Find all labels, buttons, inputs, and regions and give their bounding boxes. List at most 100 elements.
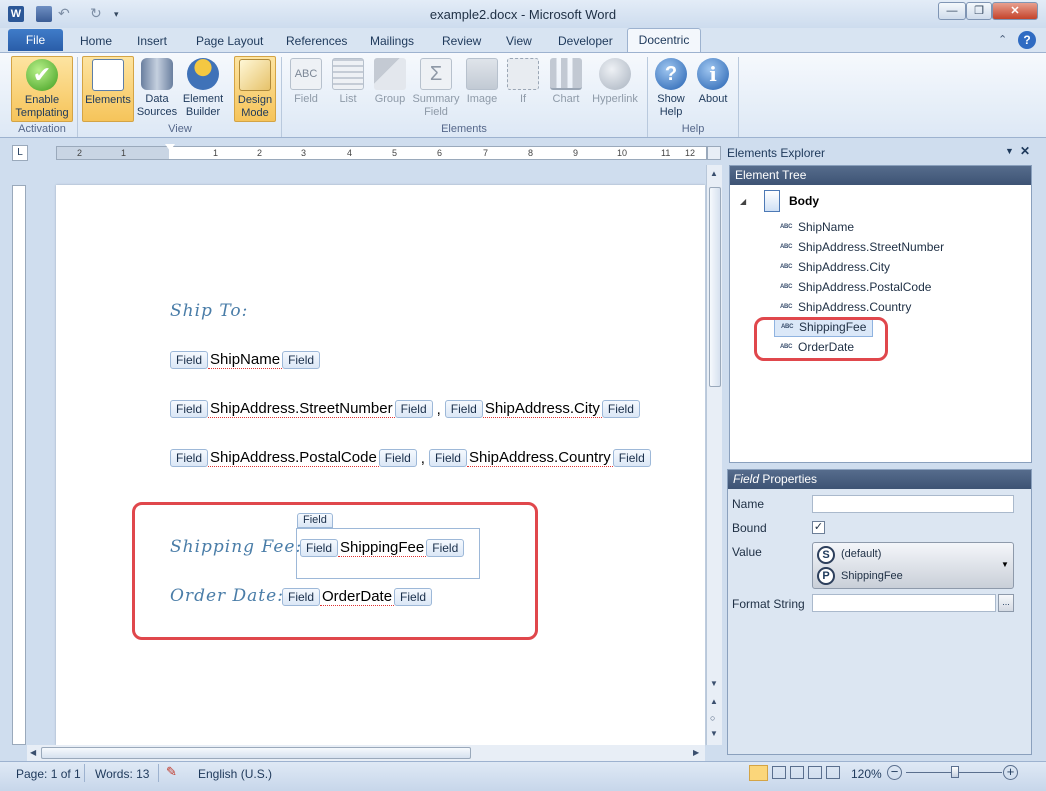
dropdown-arrow-icon[interactable]: ▼ [1001,560,1009,569]
element-builder-button[interactable]: Element Builder [180,56,226,122]
expand-collapse-icon[interactable]: ◢ [740,197,746,206]
field-tag-end[interactable]: Field [394,588,433,606]
data-sources-button[interactable]: Data Sources [134,56,180,122]
tab-file[interactable]: File [8,29,63,51]
summary-field-label: Summary Field [412,93,460,118]
word-count[interactable]: Words: 13 [95,767,149,781]
vertical-ruler[interactable] [12,185,26,745]
browse-object-icon[interactable]: ○ [710,713,715,723]
horizontal-ruler[interactable]: 2 1 1 2 3 4 5 6 7 8 9 10 11 12 [56,144,707,160]
indent-marker[interactable] [165,144,175,151]
format-string-input[interactable] [812,594,996,612]
restore-button[interactable]: ❐ [966,2,992,20]
web-layout-icon[interactable] [790,766,804,779]
tab-docentric[interactable]: Docentric [627,28,701,53]
design-mode-button[interactable]: Design Mode [234,56,276,122]
selected-field-title[interactable]: Field [297,513,333,528]
pane-menu-icon[interactable]: ▼ [1005,146,1014,156]
tree-item[interactable]: ABC ShipName [780,217,854,237]
field-tag-start[interactable]: Field [428,449,467,467]
postal-control[interactable]: Field ShipAddress.PostalCode Field , Fie… [170,447,651,469]
zoom-slider-thumb[interactable] [951,766,959,778]
pane-title: Elements Explorer [727,146,826,160]
field-tag-end[interactable]: Field [282,351,321,369]
help-icon[interactable]: ? [1018,31,1036,49]
field-tag-end[interactable]: Field [426,539,465,557]
print-layout-icon[interactable] [749,765,768,781]
elements-button[interactable]: Elements [82,56,134,122]
scroll-up-icon[interactable]: ▲ [710,169,718,178]
group-button[interactable]: Group [370,56,410,122]
tab-selector-icon[interactable]: L [12,145,28,161]
scroll-down-icon[interactable]: ▼ [710,679,718,688]
ruler-mark: 10 [617,148,628,158]
shipname-control[interactable]: Field ShipName Field [170,349,321,371]
chart-button[interactable]: Chart [546,56,586,122]
view-ruler-icon[interactable] [707,146,721,160]
enable-templating-button[interactable]: ✔ Enable Templating [11,56,73,122]
about-button[interactable]: i About [694,56,732,122]
field-tag-end[interactable]: Field [378,449,417,467]
tree-root-body[interactable]: Body [789,194,819,208]
tab-developer[interactable]: Developer [552,32,619,52]
street-control[interactable]: Field ShipAddress.StreetNumber Field , F… [170,398,640,420]
tab-home[interactable]: Home [74,32,118,52]
pane-close-icon[interactable]: ✕ [1020,144,1030,158]
field-tag-start[interactable]: Field [444,400,483,418]
zoom-out-icon[interactable]: − [887,765,902,780]
image-button[interactable]: Image [463,56,501,122]
field-button[interactable]: ABC Field [287,56,325,122]
summary-field-button[interactable]: Σ Summary Field [411,56,461,122]
field-tag-start[interactable]: Field [170,351,209,369]
tab-page-layout[interactable]: Page Layout [190,32,269,52]
chart-icon [550,58,582,90]
minimize-button[interactable]: — [938,2,966,20]
field-tag-start[interactable]: Field [282,588,321,606]
sigma-icon: Σ [420,58,452,90]
close-button[interactable]: ✕ [992,2,1038,20]
field-tag-start[interactable]: Field [170,449,209,467]
tab-view[interactable]: View [500,32,538,52]
shippingfee-control[interactable]: Field ShippingFee Field [300,537,465,559]
field-tag-end[interactable]: Field [394,400,433,418]
if-button[interactable]: If [506,56,540,122]
list-button[interactable]: List [330,56,366,122]
outline-icon[interactable] [808,766,822,779]
hscroll-thumb[interactable] [41,747,471,759]
zoom-in-icon[interactable]: + [1003,765,1018,780]
tab-insert[interactable]: Insert [131,32,173,52]
scroll-left-icon[interactable]: ◀ [30,748,36,757]
page-count[interactable]: Page: 1 of 1 [16,767,81,781]
tree-item[interactable]: ABC ShipAddress.City [780,257,890,277]
next-page-icon[interactable]: ▼ [710,729,718,738]
scroll-right-icon[interactable]: ▶ [693,748,699,757]
element-tree-panel[interactable]: Element Tree ◢ Body ABC ShipName ABC ShipA… [729,165,1032,463]
field-tag-end[interactable]: Field [612,449,651,467]
format-browse-button[interactable]: ... [998,594,1014,612]
tab-review[interactable]: Review [436,32,487,52]
field-tag-end[interactable]: Field [601,400,640,418]
proofing-icon[interactable]: ✎ [166,764,177,780]
tree-item[interactable]: ABC ShipAddress.Country [780,297,911,317]
language[interactable]: English (U.S.) [198,767,272,781]
zoom-level[interactable]: 120% [851,767,882,781]
field-tag-start[interactable]: Field [170,400,209,418]
show-help-button[interactable]: ? Show Help [652,56,690,122]
hyperlink-button[interactable]: Hyperlink [588,56,642,122]
vertical-scrollbar[interactable]: ▲ ▼ ▲ ○ ▼ [706,165,722,745]
field-tag-start[interactable]: Field [300,539,339,557]
scroll-thumb[interactable] [709,187,721,387]
tree-item[interactable]: ABC ShipAddress.StreetNumber [780,237,944,257]
draft-icon[interactable] [826,766,840,779]
full-screen-reading-icon[interactable] [772,766,786,779]
previous-page-icon[interactable]: ▲ [710,697,718,706]
tab-mailings[interactable]: Mailings [364,32,420,52]
value-selector[interactable]: S (default) P ShippingFee ▼ [812,542,1014,589]
name-input[interactable] [812,495,1014,513]
bound-checkbox[interactable]: ✓ [812,521,825,534]
tab-references[interactable]: References [280,32,353,52]
orderdate-control[interactable]: Field OrderDate Field [282,586,433,608]
minimize-ribbon-icon[interactable]: ⌃ [998,33,1007,46]
horizontal-scrollbar[interactable]: ◀ ▶ [27,745,705,761]
tree-item[interactable]: ABC ShipAddress.PostalCode [780,277,931,297]
